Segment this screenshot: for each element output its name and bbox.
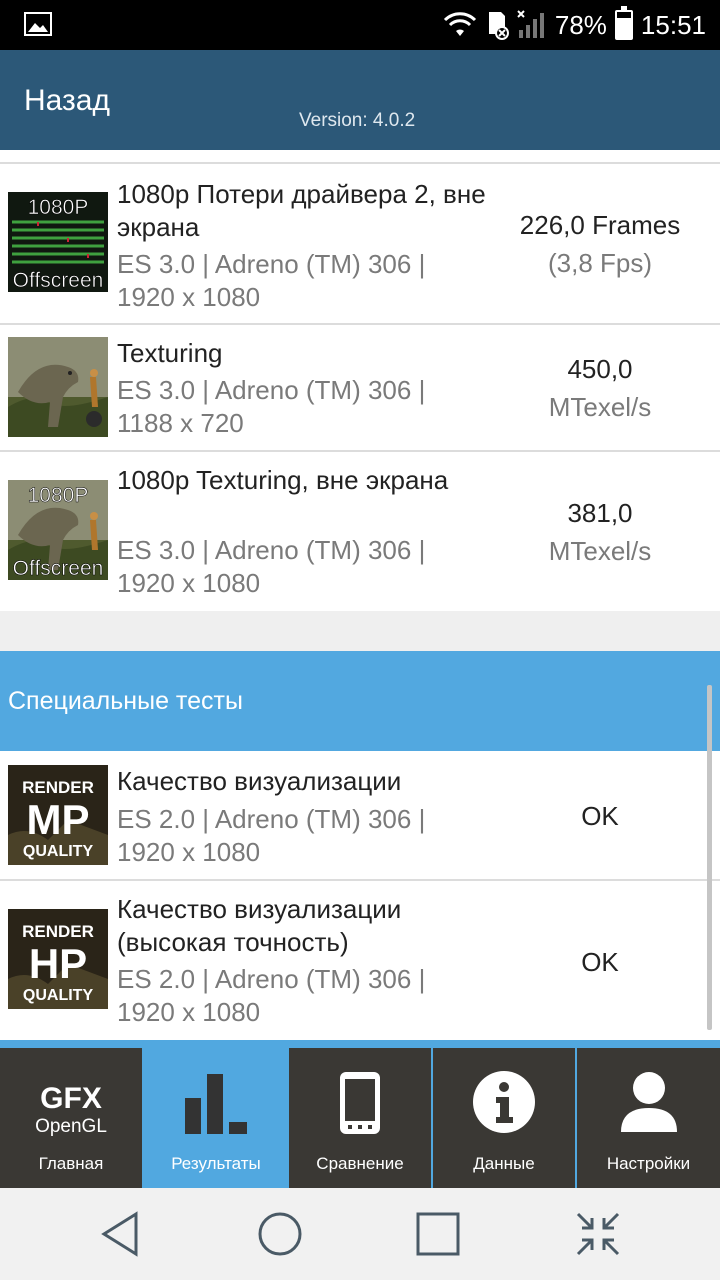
- special-result-row[interactable]: RENDER HP QUALITY Качество визуализации …: [0, 879, 720, 1040]
- result-details-line2: 1920 x 1080: [117, 568, 261, 598]
- result-details-line1: ES 3.0 | Adreno (TM) 306 |: [117, 375, 426, 405]
- result-unit: (3,8 Fps): [547, 248, 653, 278]
- special-tests-header: Специальные тесты: [0, 651, 720, 751]
- section-title: Специальные тесты: [8, 687, 243, 715]
- tab-home[interactable]: GFX OpenGL Главная: [0, 1048, 142, 1188]
- signal-icon: [517, 10, 544, 38]
- offscreen-texturing-thumbnail: 1080P Offscreen: [8, 480, 108, 580]
- tab-label: Данные: [473, 1154, 535, 1173]
- render-quality-mp-thumbnail: RENDER MP QUALITY: [8, 765, 108, 865]
- result-value: OK: [581, 801, 619, 831]
- result-title: Качество визуализации: [117, 766, 402, 796]
- result-unit: MTexel/s: [548, 392, 652, 422]
- bar-chart-icon: [185, 1074, 247, 1134]
- user-icon: [620, 1072, 677, 1132]
- results-list[interactable]: 1080P Offscreen 1080p Потери драйвера 2,…: [0, 150, 720, 1040]
- result-row[interactable]: 1080P Offscreen 1080p Потери драйвера 2,…: [0, 162, 720, 323]
- system-nav-bar: [0, 1188, 720, 1280]
- badge-offscreen: Offscreen: [13, 557, 104, 580]
- hp-text: HP: [29, 940, 87, 987]
- result-unit: MTexel/s: [548, 536, 652, 566]
- version-label: Version: 4.0.2: [299, 110, 416, 131]
- dinosaur-offscreen-thumbnail-icon: 1080P Offscreen: [8, 480, 108, 580]
- badge-1080p: 1080P: [28, 484, 89, 507]
- info-icon: [473, 1071, 535, 1133]
- tab-label: Настройки: [606, 1154, 691, 1173]
- badge-1080p: 1080P: [28, 196, 89, 219]
- tab-label: Результаты: [171, 1154, 261, 1173]
- result-value: 381,0: [567, 498, 633, 528]
- result-value-box: 381,0 MTexel/s: [480, 494, 720, 570]
- bottom-tab-bar: GFX OpenGL Главная Результаты Сравнение …: [0, 1040, 720, 1188]
- tab-settings[interactable]: Настройки: [577, 1048, 720, 1188]
- dinosaur-thumbnail-icon: [8, 337, 108, 437]
- gfx-logo-text: GFX: [40, 1082, 102, 1115]
- texturing-thumbnail: [8, 337, 108, 437]
- result-row[interactable]: 1080P Offscreen 1080p Texturing, вне экр…: [0, 450, 720, 611]
- result-details-line1: ES 2.0 | Adreno (TM) 306 |: [117, 964, 426, 994]
- battery-percent: 78%: [554, 9, 607, 40]
- image-notification-icon: [24, 12, 52, 36]
- battery-fill: [616, 17, 631, 38]
- tab-label: Главная: [38, 1154, 104, 1173]
- back-icon[interactable]: [96, 1208, 148, 1260]
- result-value: OK: [581, 947, 619, 977]
- render-quality-hp-thumbnail: RENDER HP QUALITY: [8, 909, 108, 1009]
- opengl-logo-text: OpenGL: [35, 1116, 107, 1137]
- tab-results[interactable]: Результаты: [145, 1048, 287, 1188]
- status-bar: 78% 15:51: [0, 0, 720, 50]
- battery-icon: [614, 6, 633, 40]
- result-row[interactable]: Texturing ES 3.0 | Adreno (TM) 306 | 118…: [0, 323, 720, 450]
- wifi-icon: [443, 12, 476, 36]
- result-details-line2: 1920 x 1080: [117, 997, 261, 1027]
- mp-text: MP: [27, 796, 90, 843]
- sd-card-icon: [488, 12, 509, 40]
- status-icons: 78% 15:51: [443, 0, 706, 50]
- result-details-line1: ES 2.0 | Adreno (TM) 306 |: [117, 804, 426, 834]
- recents-icon[interactable]: [412, 1208, 464, 1260]
- badge-offscreen: Offscreen: [13, 269, 104, 292]
- quality-text: QUALITY: [23, 843, 94, 860]
- app-header: Назад Version: 4.0.2: [0, 50, 720, 150]
- scrollbar[interactable]: [707, 685, 712, 1030]
- result-value-box: OK: [480, 797, 720, 835]
- driver-overhead-thumbnail-icon: 1080P Offscreen: [8, 192, 108, 292]
- clock: 15:51: [640, 9, 706, 40]
- result-details-line2: 1188 x 720: [117, 408, 244, 438]
- result-value-box: 226,0 Frames (3,8 Fps): [480, 206, 720, 282]
- gfx-logo-icon: GFX OpenGL: [35, 1082, 107, 1137]
- result-title: 1080p Texturing, вне экрана: [117, 465, 449, 495]
- quality-text: QUALITY: [23, 987, 94, 1004]
- result-title: 1080p Потери драйвера 2, вне экрана: [117, 179, 486, 242]
- special-result-row[interactable]: RENDER MP QUALITY Качество визуализации …: [0, 751, 720, 880]
- collapse-icon[interactable]: [572, 1208, 624, 1260]
- result-details-line2: 1920 x 1080: [117, 282, 261, 312]
- result-details-line1: ES 3.0 | Adreno (TM) 306 |: [117, 249, 426, 279]
- result-value: 450,0: [567, 354, 633, 384]
- result-title: Качество визуализации (высокая точность): [117, 894, 402, 957]
- result-details-line1: ES 3.0 | Adreno (TM) 306 |: [117, 535, 426, 565]
- render-quality-icon: RENDER MP QUALITY: [8, 765, 108, 865]
- result-value: 226,0 Frames: [519, 210, 681, 240]
- result-value-box: 450,0 MTexel/s: [480, 350, 720, 426]
- tab-label: Сравнение: [316, 1154, 404, 1173]
- result-value-box: OK: [480, 943, 720, 981]
- tab-compare[interactable]: Сравнение: [289, 1048, 431, 1188]
- render-text: RENDER: [22, 922, 94, 941]
- render-text: RENDER: [22, 778, 94, 797]
- back-button[interactable]: Назад: [24, 84, 110, 118]
- result-title: Texturing: [117, 338, 223, 368]
- home-icon[interactable]: [254, 1208, 306, 1260]
- tab-data[interactable]: Данные: [433, 1048, 575, 1188]
- phone-icon: [340, 1072, 380, 1134]
- render-quality-icon: RENDER HP QUALITY: [8, 909, 108, 1009]
- result-details-line2: 1920 x 1080: [117, 837, 261, 867]
- offscreen-thumbnail: 1080P Offscreen: [8, 192, 108, 292]
